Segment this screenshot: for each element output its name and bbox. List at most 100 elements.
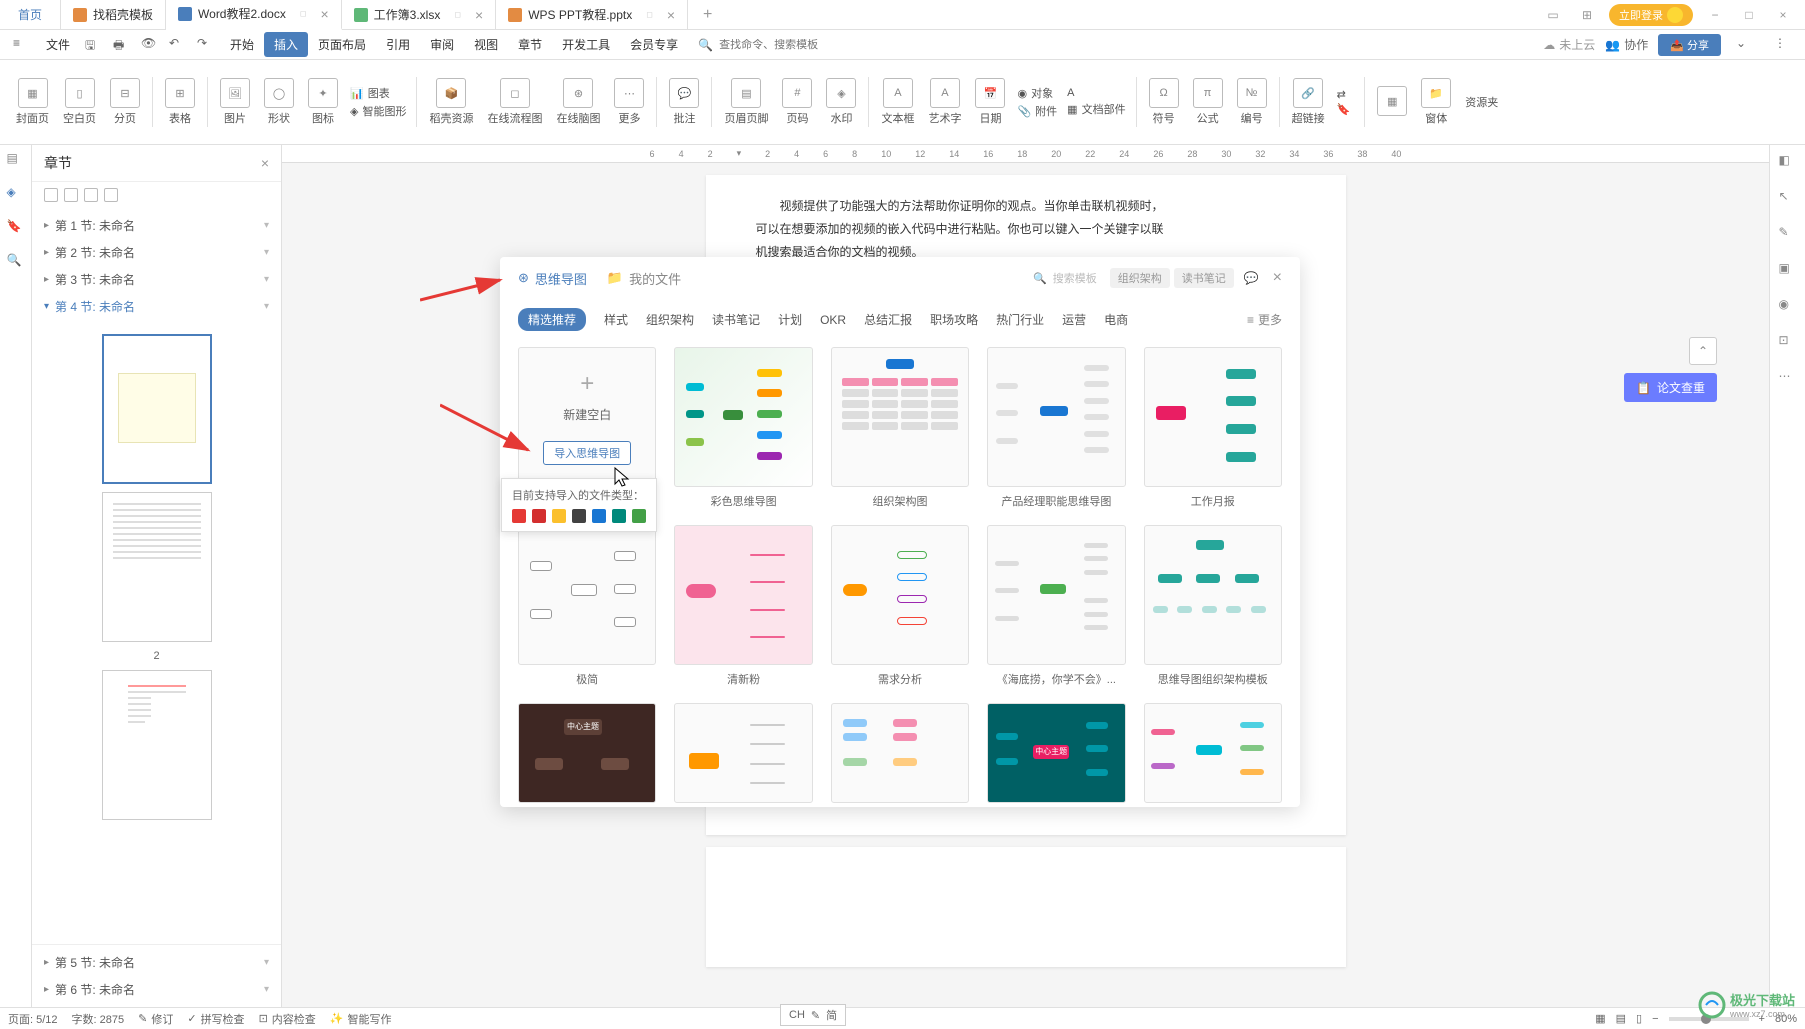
ribbon-icon-btn[interactable]: ✦图标 [302,67,344,137]
style-panel-icon[interactable]: ◧ [1779,153,1797,171]
ribbon-comment[interactable]: 💬批注 [663,67,705,137]
share-button[interactable]: 📤 分享 [1658,34,1721,56]
ribbon-smartart[interactable]: ◈智能图形 [350,103,406,119]
popup-search[interactable]: 🔍 搜索模板 [1024,267,1106,289]
status-smart[interactable]: ✨智能写作 [330,1011,392,1027]
ribbon-number[interactable]: №编号 [1231,67,1273,137]
paper-check-button[interactable]: 📋 论文查重 [1624,373,1717,402]
hamburger-icon[interactable]: ≡ [13,36,31,54]
ribbon-chart[interactable]: 📊图表 [350,85,406,101]
ribbon-more[interactable]: ⋯更多 [608,67,650,137]
popup-cat[interactable]: 计划 [778,311,802,328]
page-thumbnail-1[interactable] [102,334,212,484]
document-page-next[interactable] [706,847,1346,967]
popup-cat[interactable]: 运营 [1062,311,1086,328]
tab-min-icon[interactable]: ◻ [646,10,653,19]
search-nav-icon[interactable]: 🔍 [7,253,25,271]
ribbon-hyperlink[interactable]: 🔗超链接 [1286,67,1331,137]
print-icon[interactable]: 🖶 [113,36,131,54]
chapter-item-active[interactable]: ▾第 4 节: 未命名▾ [44,293,269,320]
page-thumbnail-2[interactable] [102,492,212,642]
ribbon-bookmark[interactable]: 🔖 [1337,103,1355,116]
tab-ppt[interactable]: WPS PPT教程.pptx ◻ × [496,0,688,30]
edit-icon[interactable]: ✎ [1779,225,1797,243]
ribbon-resource[interactable]: 📁窗体 [1415,67,1457,137]
minimize-button[interactable]: − [1703,3,1727,27]
tab-close-icon[interactable]: × [475,7,483,23]
template-card[interactable]: 《海底捞，你学不会》... [987,525,1125,687]
ribbon-date[interactable]: 📅日期 [969,67,1011,137]
ribbon-table[interactable]: ⊞表格 [159,67,201,137]
chapter-more-icon[interactable]: ▾ [264,957,269,968]
template-card[interactable]: 中心主题 [987,703,1125,803]
ribbon-attach[interactable]: 📎附件 [1017,103,1057,119]
tab-close-icon[interactable]: × [320,6,328,22]
chapter-more-icon[interactable]: ▾ [264,247,269,258]
sb-btn-3[interactable] [84,188,98,202]
template-card[interactable]: 极简 [518,525,656,687]
popup-cat-featured[interactable]: 精选推荐 [518,308,586,331]
file-menu[interactable]: 文件 [36,32,80,57]
menu-view[interactable]: 视图 [464,32,508,57]
select-icon[interactable]: ↖ [1779,189,1797,207]
tab-excel[interactable]: 工作簿3.xlsx ◻ × [342,0,497,30]
popup-cat[interactable]: 样式 [604,311,628,328]
tab-close-icon[interactable]: × [667,7,675,23]
popup-more-button[interactable]: ≡更多 [1247,311,1282,328]
status-content[interactable]: ⊡内容检查 [259,1011,316,1027]
view-mode-icon[interactable]: ▤ [1616,1012,1626,1025]
status-page[interactable]: 页面: 5/12 [8,1011,58,1027]
popup-tag[interactable]: 读书笔记 [1174,268,1234,288]
template-card[interactable]: 清新粉 [674,525,812,687]
sb-btn-4[interactable] [104,188,118,202]
collab-button[interactable]: 👥协作 [1605,36,1648,53]
command-search[interactable]: 🔍 [698,38,861,52]
ribbon-form[interactable]: ▦ [1371,67,1413,137]
sidebar-close-icon[interactable]: × [261,155,269,171]
chapter-more-icon[interactable]: ▾ [264,220,269,231]
sb-btn-2[interactable] [64,188,78,202]
tab-min-icon[interactable]: ◻ [454,10,461,19]
redo-icon[interactable]: ↷ [197,36,215,54]
popup-tab-myfiles[interactable]: 📁 我的文件 [607,269,681,288]
template-card[interactable]: 彩色思维导图 [674,347,812,509]
chapter-more-icon[interactable]: ▾ [264,984,269,995]
ribbon-textbox[interactable]: A文本框 [875,67,920,137]
maximize-button[interactable]: □ [1737,3,1761,27]
popup-cat[interactable]: 职场攻略 [930,311,978,328]
nav-icon[interactable]: ◈ [7,185,25,203]
status-track[interactable]: ✎修订 [138,1011,173,1027]
template-card[interactable]: 需求分析 [831,525,969,687]
chapter-more-icon[interactable]: ▾ [264,301,269,312]
template-card[interactable]: 思维导图组织架构模板 [1144,525,1282,687]
preview-icon[interactable]: 👁 [141,36,159,54]
more-panel-icon[interactable]: ⋯ [1779,369,1797,387]
popup-cat[interactable]: 组织架构 [646,311,694,328]
import-mindmap-button[interactable]: 导入思维导图 [543,441,631,465]
ribbon-crossref[interactable]: ⇄ [1337,88,1355,101]
ribbon-cover[interactable]: ▦封面页 [10,67,55,137]
layers-icon[interactable]: ▣ [1779,261,1797,279]
ribbon-docparts[interactable]: ▦文档部件 [1067,101,1125,117]
template-card[interactable] [831,703,969,803]
menu-section[interactable]: 章节 [508,32,552,57]
status-spell[interactable]: ✓拼写检查 [187,1011,244,1027]
view-mode-icon[interactable]: ▯ [1636,1012,1642,1025]
template-card[interactable] [674,703,812,803]
new-tab-button[interactable]: + [688,6,727,24]
ribbon-page-break[interactable]: ⊟分页 [104,67,146,137]
ribbon-docer[interactable]: 📦稻壳资源 [423,67,479,137]
dropdown-icon[interactable]: ⌄ [1736,36,1754,54]
ribbon-watermark[interactable]: ◈水印 [820,67,862,137]
ribbon-symbol[interactable]: Ω符号 [1143,67,1185,137]
sb-btn-1[interactable] [44,188,58,202]
ribbon-flowchart[interactable]: ◻在线流程图 [481,67,548,137]
template-card[interactable]: 组织架构图 [831,347,969,509]
chapter-item[interactable]: ▸第 3 节: 未命名▾ [44,266,269,293]
ribbon-blank-page[interactable]: ▯空白页 [57,67,102,137]
template-card[interactable] [1144,703,1282,803]
save-icon[interactable]: 🖫 [85,36,103,54]
menu-insert[interactable]: 插入 [264,32,308,57]
ribbon-mindmap[interactable]: ⊛在线脑图 [550,67,606,137]
popup-tag[interactable]: 组织架构 [1110,268,1170,288]
